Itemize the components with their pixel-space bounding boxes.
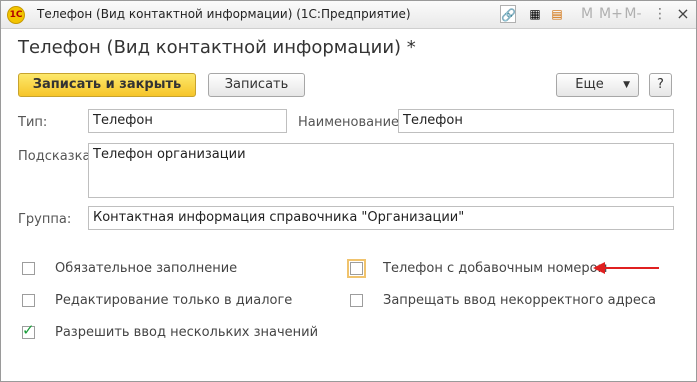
calendar-icon[interactable]: ▤ [549,5,565,23]
link-icon[interactable]: 🔗 [500,5,516,23]
forbid-incorrect-checkbox[interactable] [350,294,363,307]
name-field[interactable]: Телефон [398,109,674,133]
dialog-only-checkbox[interactable] [22,294,35,307]
multiple-values-label: Разрешить ввод нескольких значений [55,325,319,340]
type-label: Тип: [18,115,48,130]
page-title: Телефон (Вид контактной информации) * [18,37,416,58]
calculator-icon[interactable]: ▦ [527,5,543,23]
title-bar: 1С Телефон (Вид контактной информации) (… [1,1,696,29]
name-label: Наименование: [298,115,404,130]
required-label: Обязательное заполнение [55,261,238,276]
more-icon[interactable]: ⋮ [651,4,669,24]
more-menu-button[interactable]: Еще ▼ [556,73,639,97]
forbid-incorrect-label: Запрещать ввод некорректного адреса [383,293,656,308]
save-button[interactable]: Записать [208,73,305,97]
group-label: Группа: [18,212,72,227]
required-checkbox[interactable] [22,262,35,275]
group-field[interactable]: Контактная информация справочника "Орган… [88,206,674,230]
memory-button[interactable]: M [578,4,596,24]
save-and-close-button[interactable]: Записать и закрыть [18,73,196,97]
app-logo-icon: 1С [7,6,25,24]
form-window: 1С Телефон (Вид контактной информации) (… [0,0,697,382]
hint-field[interactable]: Телефон организации [88,143,674,198]
type-field[interactable]: Телефон [88,109,287,133]
hint-label: Подсказка: [18,149,95,164]
check-icon: ✓ [22,321,35,339]
memory-minus-button[interactable]: M- [623,4,643,24]
extension-label: Телефон с добавочным номером [383,261,608,276]
dialog-only-label: Редактирование только в диалоге [55,293,293,308]
close-button[interactable]: × [675,4,691,24]
window-title: Телефон (Вид контактной информации) (1С:… [37,7,411,21]
extension-checkbox[interactable] [347,259,366,278]
chevron-down-icon: ▼ [623,80,630,90]
memory-plus-button[interactable]: M+ [599,4,623,24]
multiple-values-checkbox[interactable]: ✓ [22,321,35,339]
red-arrow-icon [593,262,659,274]
help-button[interactable]: ? [649,73,672,97]
more-label: Еще [575,77,604,92]
